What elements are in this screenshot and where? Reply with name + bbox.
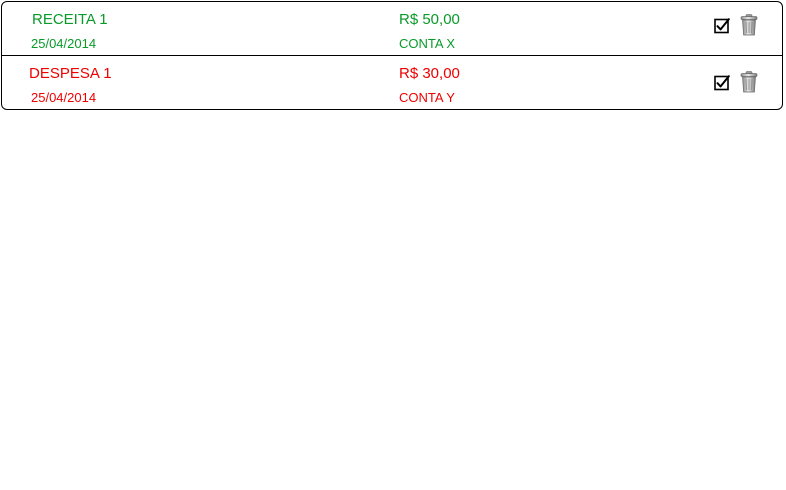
transaction-date: 25/04/2014 (31, 90, 97, 105)
transaction-row-income[interactable]: RECEITA 1 25/04/2014 R$ 50,00 CONTA X (2, 2, 782, 56)
trash-can-icon[interactable] (739, 71, 759, 93)
transaction-account: CONTA Y (399, 90, 455, 105)
transaction-date: 25/04/2014 (31, 36, 97, 51)
checked-box-icon[interactable] (714, 18, 730, 34)
transaction-row-expense[interactable]: DESPESA 1 25/04/2014 R$ 30,00 CONTA Y (2, 56, 782, 109)
transaction-amount: R$ 30,00 (399, 65, 460, 82)
transaction-title: RECEITA 1 (32, 11, 108, 28)
transactions-list: RECEITA 1 25/04/2014 R$ 50,00 CONTA X DE… (1, 1, 783, 110)
transaction-title: DESPESA 1 (29, 65, 112, 82)
checked-box-icon[interactable] (714, 75, 730, 91)
trash-can-icon[interactable] (739, 14, 759, 36)
transaction-amount: R$ 50,00 (399, 11, 460, 28)
transaction-account: CONTA X (399, 36, 456, 51)
